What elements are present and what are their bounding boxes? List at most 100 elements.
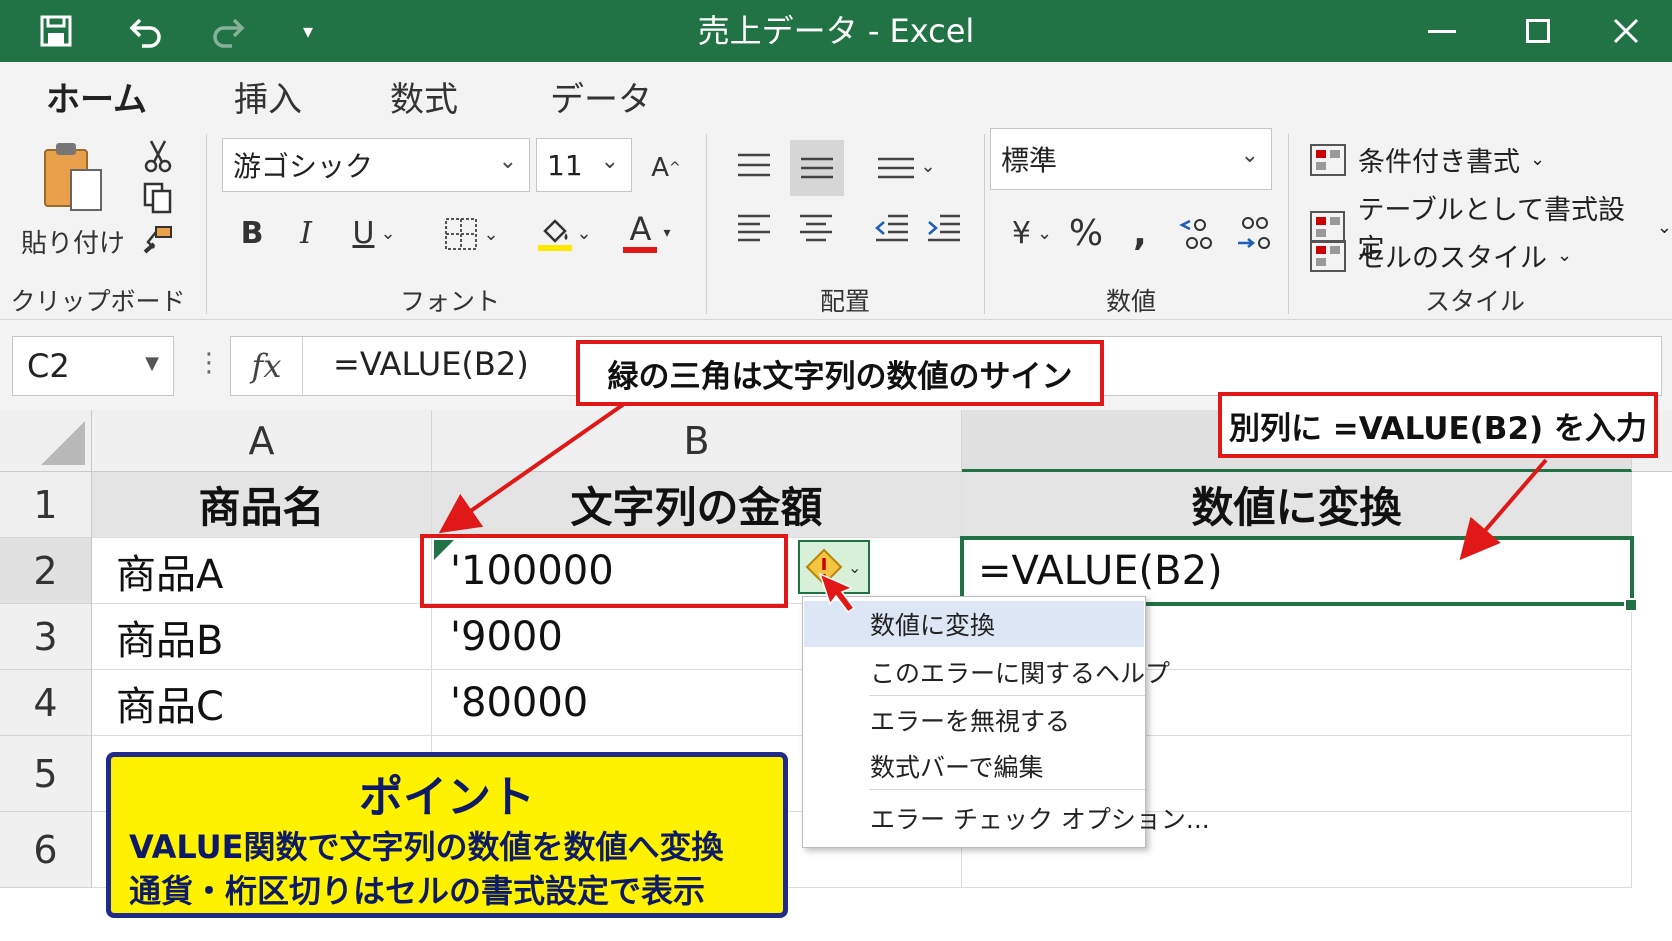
save-icon[interactable] — [30, 0, 82, 62]
point-title: ポイント — [359, 772, 535, 823]
align-center-button[interactable] — [790, 202, 842, 254]
warning-icon — [805, 548, 843, 586]
undo-icon[interactable] — [118, 0, 174, 62]
decrease-indent-button[interactable] — [866, 202, 918, 254]
minimize-icon[interactable] — [1402, 0, 1482, 62]
paste-label: 貼り付け — [20, 228, 125, 259]
paste-button[interactable]: 貼り付け — [18, 136, 128, 266]
error-options-button[interactable]: ⌄ — [798, 540, 870, 594]
cell-styles-button[interactable]: セルのスタイル ⌄ — [1310, 236, 1572, 275]
close-icon[interactable] — [1586, 0, 1666, 62]
cell-b1[interactable]: 文字列の金額 — [432, 472, 962, 538]
redo-icon[interactable] — [200, 0, 256, 62]
align-top-button[interactable] — [728, 140, 780, 192]
cell-a1[interactable]: 商品名 — [92, 472, 432, 538]
chevron-down-icon[interactable]: ⌄ — [499, 149, 517, 174]
align-top-icon — [738, 153, 770, 177]
conditional-formatting-button[interactable]: 条件付き書式 ⌄ — [1310, 140, 1545, 179]
percent-glyph: % — [1068, 212, 1104, 254]
conditional-formatting-icon — [1310, 143, 1346, 176]
align-middle-button[interactable] — [790, 140, 844, 196]
copy-icon[interactable] — [140, 180, 176, 216]
decrease-indent-icon — [875, 214, 908, 242]
tab-insert[interactable]: 挿入 — [234, 72, 302, 121]
underline-button[interactable]: U ⌄ — [342, 210, 406, 256]
group-label-clipboard: クリップボード — [10, 287, 186, 316]
menu-item-error-checking-options[interactable]: エラー チェック オプション... — [804, 795, 1210, 841]
callout-value-formula: 別列に =VALUE(B2) を入力 — [1218, 392, 1658, 458]
ribbon-separator — [706, 134, 707, 314]
tab-home[interactable]: ホーム — [46, 72, 147, 129]
chevron-down-icon[interactable]: ▼ — [145, 353, 159, 374]
menu-item-convert-to-number[interactable]: 数値に変換 — [804, 601, 1144, 647]
cell-a3[interactable]: 商品B — [92, 604, 432, 670]
align-bottom-button[interactable]: ⌄ — [870, 140, 942, 192]
currency-button[interactable]: ¥ ⌄ — [1000, 208, 1064, 258]
cut-icon[interactable] — [140, 138, 176, 174]
comma-glyph: , — [1133, 212, 1147, 254]
highlight-box-b2 — [420, 534, 788, 608]
row-header-2[interactable]: 2 — [0, 538, 92, 604]
cell-styles-label: セルのスタイル — [1358, 243, 1547, 274]
row-header-5[interactable]: 5 — [0, 736, 92, 812]
format-painter-icon[interactable] — [140, 222, 176, 258]
menu-item-edit-in-formula-bar[interactable]: 数式バーで編集 — [804, 743, 1144, 789]
chevron-down-icon: ⌄ — [1530, 149, 1546, 170]
point-line-1: VALUE関数で文字列の数値を数値へ変換 — [129, 828, 724, 866]
column-header-a[interactable]: A — [92, 410, 432, 472]
bold-button[interactable]: B — [232, 210, 272, 256]
row-header-4[interactable]: 4 — [0, 670, 92, 736]
cell-styles-icon — [1310, 239, 1346, 272]
fill-handle[interactable] — [1624, 598, 1638, 612]
customize-icon[interactable]: ▾ — [290, 0, 326, 62]
cell-a2[interactable]: 商品A — [92, 538, 432, 604]
column-header-b[interactable]: B — [432, 410, 962, 472]
error-options-menu: 数値に変換 このエラーに関するヘルプ エラーを無視する 数式バーで編集 エラー … — [802, 596, 1210, 848]
formula-bar-grip[interactable]: ⋮ — [196, 348, 222, 378]
row-header-1[interactable]: 1 — [0, 472, 92, 538]
insert-function-button[interactable]: fx — [231, 337, 303, 395]
conditional-formatting-label: 条件付き書式 — [1358, 147, 1520, 178]
group-label-alignment: 配置 — [819, 287, 870, 316]
chevron-down-icon: ⌄ — [1557, 245, 1573, 266]
font-size-combo[interactable]: 11 ⌄ — [536, 138, 632, 192]
cell-a4[interactable]: 商品C — [92, 670, 432, 736]
name-box[interactable]: C2 ▼ — [12, 336, 174, 396]
font-color-glyph: A — [629, 210, 652, 248]
tab-data[interactable]: データ — [550, 72, 652, 121]
ribbon-separator — [206, 134, 207, 314]
chevron-down-icon[interactable]: ⌄ — [601, 149, 619, 174]
font-name-combo[interactable]: 游ゴシック ⌄ — [222, 138, 530, 192]
borders-button[interactable]: ⌄ — [436, 212, 506, 256]
align-left-icon — [738, 214, 770, 242]
menu-item-ignore-error[interactable]: エラーを無視する — [804, 697, 1144, 743]
align-bottom-icon — [878, 157, 915, 179]
row-header-6[interactable]: 6 — [0, 812, 92, 888]
group-label-styles: スタイル — [1424, 287, 1525, 316]
group-label-font: フォント — [399, 287, 500, 316]
increase-decimal-button[interactable] — [1172, 208, 1224, 258]
callout-green-triangle: 緑の三角は文字列の数値のサイン — [576, 340, 1104, 406]
increase-indent-button[interactable] — [918, 202, 970, 254]
row-header-3[interactable]: 3 — [0, 604, 92, 670]
align-left-button[interactable] — [728, 202, 780, 254]
decrease-decimal-button[interactable] — [1228, 208, 1280, 258]
font-color-button[interactable]: A ▾ — [612, 208, 682, 258]
formula-text: =VALUE(B2) — [333, 345, 529, 383]
number-format-combo[interactable]: 標準 ⌄ — [990, 128, 1272, 190]
increase-font-size-button[interactable]: A ^ — [646, 146, 686, 190]
fill-color-button[interactable]: ⌄ — [530, 208, 600, 258]
percent-button[interactable]: % — [1064, 208, 1108, 258]
point-line-2: 通貨・桁区切りはセルの書式設定で表示 — [129, 872, 706, 910]
italic-button[interactable]: I — [286, 210, 326, 256]
point-box: ポイント VALUE関数で文字列の数値を数値へ変換 通貨・桁区切りはセルの書式設… — [106, 752, 788, 918]
bold-glyph: B — [240, 215, 264, 251]
paint-bucket-icon — [543, 219, 568, 243]
comma-style-button[interactable]: , — [1118, 208, 1162, 258]
menu-item-help[interactable]: このエラーに関するヘルプ — [804, 649, 1170, 695]
cell-c1[interactable]: 数値に変換 — [962, 472, 1632, 538]
chevron-down-icon[interactable]: ⌄ — [1241, 143, 1259, 168]
select-all-button[interactable] — [0, 410, 92, 472]
maximize-icon[interactable] — [1498, 0, 1578, 62]
tab-formulas[interactable]: 数式 — [390, 72, 458, 121]
